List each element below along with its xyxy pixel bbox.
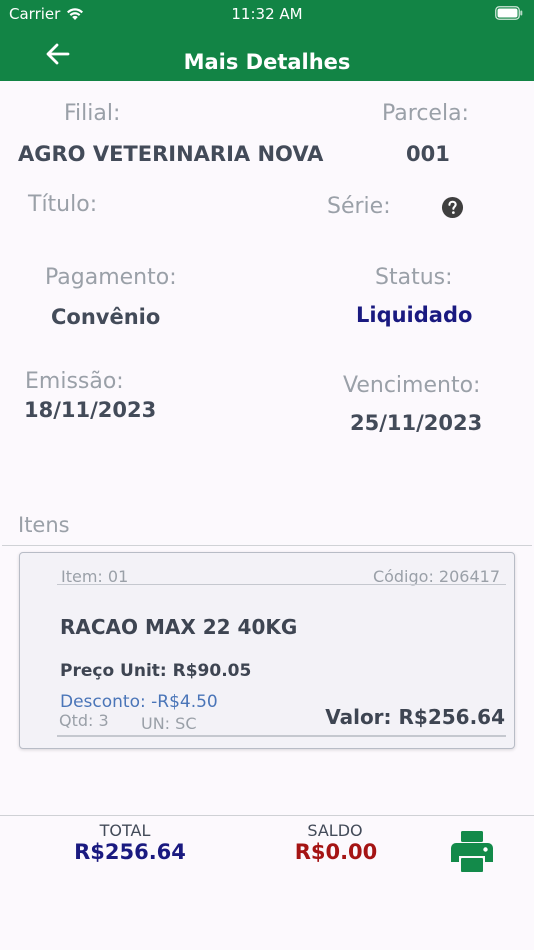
item-total-value: Valor: R$256.64 [325,705,505,729]
status-bar: Carrier 11:32 AM [0,0,534,28]
item-footer-divider [57,735,506,737]
itens-divider [2,545,532,546]
item-discount: Desconto: -R$4.50 [60,692,218,712]
total-value: R$256.64 [74,840,186,864]
item-unit: UN: SC [141,714,197,733]
pagamento-value: Convênio [51,305,161,329]
page-title: Mais Detalhes [183,50,351,74]
emissao-label: Emissão: [25,369,124,394]
serie-label: Série: [327,194,391,219]
vencimento-label: Vencimento: [343,373,481,398]
saldo-label: SALDO [307,821,363,840]
itens-section-label: Itens [18,513,70,537]
titulo-label: Título: [28,192,98,217]
saldo-value: R$0.00 [294,840,378,864]
status-value: Liquidado [356,303,473,327]
item-header-divider [57,584,506,585]
filial-value: AGRO VETERINARIA NOVA [18,142,324,166]
total-label: TOTAL [99,821,151,840]
battery-icon [495,6,523,24]
pagamento-label: Pagamento: [45,265,177,290]
parcela-label: Parcela: [382,101,469,126]
vencimento-value: 25/11/2023 [350,411,483,435]
footer-divider [0,815,534,816]
parcela-value: 001 [406,142,450,166]
item-card[interactable]: Item: 01 Código: 206417 RACAO MAX 22 40K… [19,552,515,749]
clock: 11:32 AM [231,5,303,23]
status-label: Status: [375,265,453,290]
filial-label: Filial: [64,101,121,126]
item-product-name: RACAO MAX 22 40KG [60,615,298,639]
emissao-value: 18/11/2023 [24,398,157,422]
question-circle-icon[interactable] [441,196,464,219]
nav-bar: Mais Detalhes [0,28,534,81]
item-unit-price: Preço Unit: R$90.05 [60,661,252,681]
printer-icon[interactable] [450,831,494,873]
item-quantity: Qtd: 3 [59,711,109,730]
